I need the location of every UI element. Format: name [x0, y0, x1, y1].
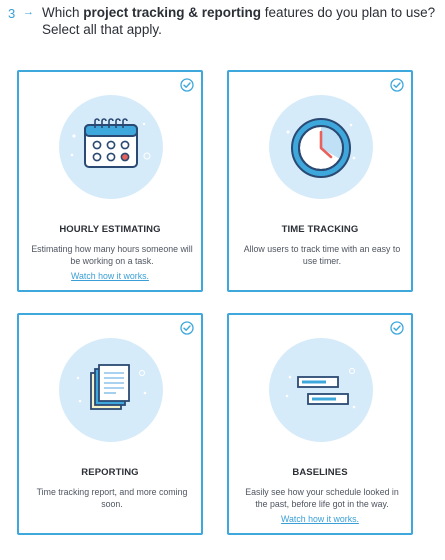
calendar-icon	[59, 95, 163, 199]
card-description: Allow users to track time with an easy t…	[243, 244, 401, 266]
clock-icon	[269, 95, 373, 199]
option-card-hourly-estimating[interactable]: HOURLY ESTIMATING Estimating how many ho…	[17, 70, 203, 292]
question-text-bold: project tracking & reporting	[83, 5, 262, 20]
check-circle-icon	[390, 321, 404, 335]
check-circle-icon	[180, 321, 194, 335]
option-card-time-tracking[interactable]: TIME TRACKING Allow users to track time …	[227, 70, 413, 292]
card-title: REPORTING	[81, 467, 139, 478]
card-title: BASELINES	[292, 467, 348, 478]
card-title: TIME TRACKING	[281, 224, 359, 235]
watch-how-it-works-link[interactable]: Watch how it works.	[229, 514, 411, 524]
card-title: HOURLY ESTIMATING	[59, 224, 161, 235]
arrow-right-icon: →	[23, 6, 34, 18]
watch-how-it-works-link[interactable]: Watch how it works.	[19, 271, 201, 281]
check-circle-icon	[180, 78, 194, 92]
card-description: Estimating how many hours someone will b…	[31, 244, 193, 266]
option-card-baselines[interactable]: BASELINES Easily see how your schedule l…	[227, 313, 413, 535]
card-description: Time tracking report, and more coming so…	[36, 487, 188, 509]
question-text: Which project tracking & reporting featu…	[42, 4, 442, 38]
gantt-bars-icon	[269, 338, 373, 442]
question-number: 3	[8, 6, 16, 21]
option-card-reporting[interactable]: REPORTING Time tracking report, and more…	[17, 313, 203, 535]
card-description: Easily see how your schedule looked in t…	[245, 487, 399, 509]
check-circle-icon	[390, 78, 404, 92]
report-documents-icon	[59, 338, 163, 442]
question-header: 3 → Which project tracking & reporting f…	[0, 0, 445, 48]
question-text-before: Which	[42, 5, 84, 20]
